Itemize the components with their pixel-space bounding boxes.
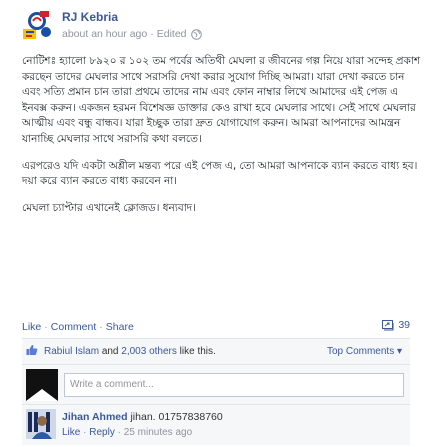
comment-body: Jihan Ahmed jihan. 01757838760 Like · Re… <box>62 409 223 445</box>
comment-text: jihan. 01757838760 <box>130 411 223 423</box>
comment-link[interactable]: Comment <box>51 321 97 333</box>
comment-like-link[interactable]: Like <box>62 427 80 438</box>
meta-separator: · <box>150 28 154 40</box>
post-paragraph: নোটিশঃ হ্যালো ৮৯২০ র ১০২ তম পর্বের অতিথী… <box>22 55 421 145</box>
share-icon <box>382 319 394 330</box>
commenter-avatar[interactable] <box>26 409 56 439</box>
post-meta-line: about an hour ago · Edited <box>62 28 202 40</box>
likes-suffix: like this. <box>179 346 216 357</box>
top-comments-dropdown[interactable]: Top Comments ▾ <box>327 346 402 357</box>
post-message: নোটিশঃ হ্যালো ৮৯২০ র ১০২ তম পর্বের অতিথী… <box>22 54 422 227</box>
commenter-name-link[interactable]: Jihan Ahmed <box>62 411 128 423</box>
comment-timestamp[interactable]: 25 minutes ago <box>124 427 192 438</box>
liker-name-link[interactable]: Rabiul Islam <box>44 346 99 357</box>
comment-action-separator: · <box>117 427 121 438</box>
comment-composer: Write a comment... <box>22 365 410 405</box>
share-count[interactable]: 39 <box>382 319 410 331</box>
share-count-value: 39 <box>398 319 410 331</box>
likes-and: and <box>101 346 119 357</box>
comment-input[interactable]: Write a comment... <box>64 372 404 397</box>
facebook-post: RJ Kebria about an hour ago · Edited নোট… <box>0 0 438 447</box>
page-avatar[interactable] <box>22 8 54 40</box>
page-name-link[interactable]: RJ Kebria <box>62 10 202 24</box>
comment-action-separator: · <box>83 427 87 438</box>
post-timestamp[interactable]: about an hour ago <box>62 28 147 40</box>
like-link[interactable]: Like <box>22 321 41 333</box>
globe-icon[interactable] <box>190 28 202 40</box>
post-paragraph: মেঘলা চ্যাপ্টার এখানেই ক্লোজড। ধন্যবাদ। <box>22 201 196 214</box>
post-meta: RJ Kebria about an hour ago · Edited <box>62 8 202 42</box>
feedback-section: Rabiul Islam and 2,003 others like this.… <box>22 338 410 445</box>
likes-summary: Rabiul Islam and 2,003 others like this.… <box>22 339 410 365</box>
post-actions: Like · Comment · Share 39 <box>22 319 410 333</box>
post-paragraph: এরপরেও যদি একটা অশ্লীল মন্তব্য পরে এই পে… <box>22 159 418 188</box>
edited-label[interactable]: Edited <box>157 28 187 40</box>
comment-item: Jihan Ahmed jihan. 01757838760 Like · Re… <box>22 405 410 445</box>
post-header: RJ Kebria about an hour ago · Edited <box>22 8 202 42</box>
thumbs-up-icon <box>26 344 38 359</box>
comment-actions: Like · Reply · 25 minutes ago <box>62 427 223 438</box>
action-separator: · <box>99 321 103 333</box>
viewer-avatar <box>26 368 58 401</box>
share-link[interactable]: Share <box>106 321 134 333</box>
comment-reply-link[interactable]: Reply <box>89 427 115 438</box>
likes-others-link[interactable]: 2,003 others <box>121 346 177 357</box>
action-separator: · <box>44 321 48 333</box>
